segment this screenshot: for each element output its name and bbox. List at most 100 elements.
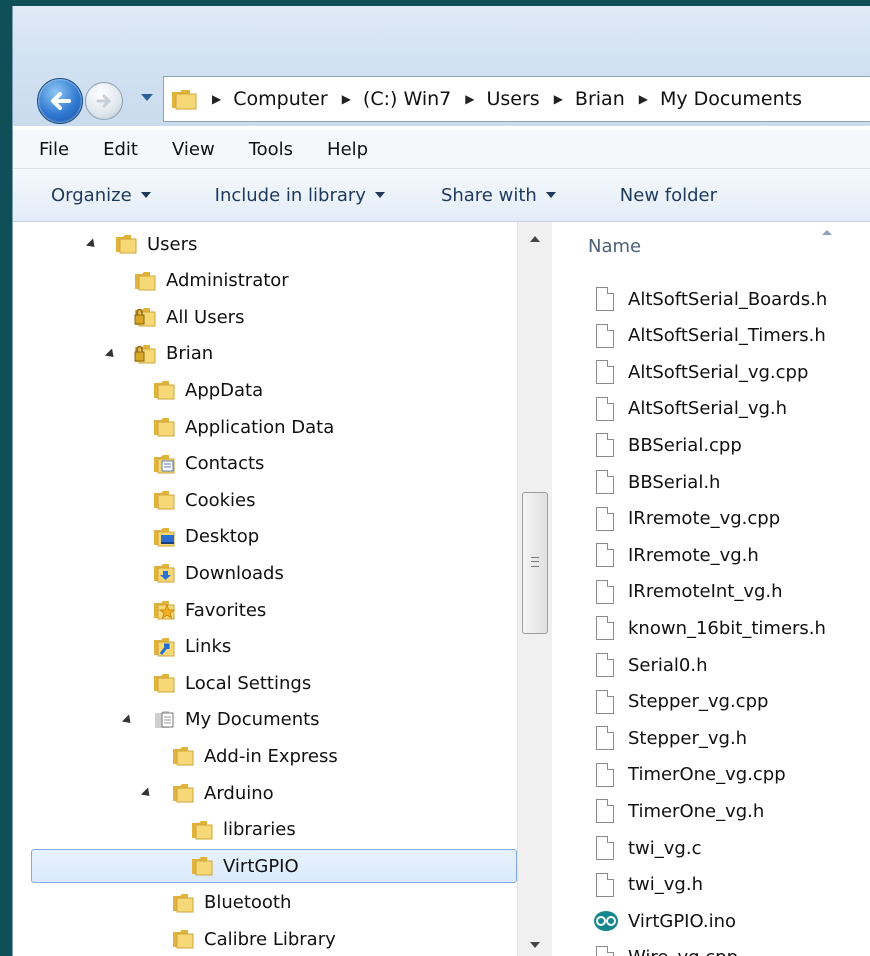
file-row[interactable]: BBSerial.h bbox=[596, 465, 866, 499]
breadcrumb-arrow-icon[interactable]: ▶ bbox=[465, 92, 474, 106]
expanded-triangle-icon[interactable] bbox=[140, 787, 154, 800]
tree-item[interactable]: Contacts bbox=[13, 447, 513, 481]
file-row[interactable]: IRremote_vg.h bbox=[596, 538, 866, 572]
file-name: twi_vg.c bbox=[628, 837, 702, 859]
tree-item-label: Add-in Express bbox=[204, 745, 338, 767]
tree-item[interactable]: Desktop bbox=[13, 520, 513, 554]
desktop-folder-icon bbox=[153, 526, 175, 547]
back-arrow-icon bbox=[51, 92, 71, 110]
tree-item-label: Brian bbox=[166, 343, 214, 365]
tree-item-label: Contacts bbox=[185, 453, 265, 475]
downloads-folder-icon bbox=[153, 562, 175, 583]
breadcrumb-item[interactable]: ▶ Brian bbox=[540, 88, 625, 110]
file-name: AltSoftSerial_vg.cpp bbox=[628, 361, 809, 383]
tree-item[interactable]: Add-in Express bbox=[13, 739, 513, 773]
breadcrumb-arrow-icon[interactable]: ▶ bbox=[639, 92, 648, 106]
organize-button[interactable]: Organize bbox=[51, 185, 151, 206]
tree-item[interactable]: All Users bbox=[13, 300, 513, 334]
organize-label: Organize bbox=[51, 184, 132, 206]
folder-icon bbox=[153, 489, 175, 510]
file-row[interactable]: IRremote_vg.cpp bbox=[596, 502, 866, 536]
tree-item-label: Application Data bbox=[185, 416, 335, 438]
file-row[interactable]: AltSoftSerial_Boards.h bbox=[596, 282, 866, 316]
file-row[interactable]: IRremoteInt_vg.h bbox=[596, 575, 866, 609]
tree-item[interactable]: Brian bbox=[13, 337, 513, 371]
tree-scrollbar[interactable] bbox=[517, 222, 552, 956]
file-row[interactable]: TimerOne_vg.h bbox=[596, 794, 866, 828]
tree-item[interactable]: Cookies bbox=[13, 483, 513, 517]
tree-item[interactable]: Calibre Library bbox=[13, 922, 513, 956]
chevron-down-icon bbox=[374, 192, 385, 198]
address-bar[interactable]: ▶ Computer ▶ (C:) Win7 ▶ Users ▶ Brian ▶ My Docum… bbox=[163, 76, 870, 122]
file-row[interactable]: VirtGPIO.ino bbox=[594, 904, 866, 938]
file-row[interactable]: Stepper_vg.h bbox=[596, 721, 866, 755]
file-name: TimerOne_vg.h bbox=[628, 800, 765, 822]
tree-item[interactable]: Bluetooth bbox=[13, 886, 513, 920]
collapsed-triangle-icon[interactable] bbox=[104, 310, 113, 325]
collapsed-triangle-icon[interactable] bbox=[121, 420, 130, 434]
collapsed-triangle-icon[interactable] bbox=[121, 493, 130, 508]
tree-item[interactable]: Downloads bbox=[13, 556, 513, 590]
file-row[interactable]: AltSoftSerial_Timers.h bbox=[596, 319, 866, 353]
tree-item[interactable]: VirtGPIO bbox=[13, 849, 513, 883]
menu-view[interactable]: View bbox=[172, 139, 215, 160]
back-button[interactable] bbox=[37, 78, 83, 124]
forward-button[interactable] bbox=[85, 82, 123, 120]
menu-tools[interactable]: Tools bbox=[249, 139, 293, 160]
tree-item[interactable]: libraries bbox=[13, 813, 513, 847]
file-row[interactable]: BBSerial.cpp bbox=[596, 428, 866, 462]
tree-item[interactable]: Application Data bbox=[13, 410, 513, 444]
recent-pages-dropdown[interactable] bbox=[141, 94, 153, 101]
tree-item-label: Favorites bbox=[185, 599, 267, 621]
collapsed-triangle-icon[interactable] bbox=[121, 529, 130, 544]
breadcrumb-item[interactable]: ▶ (C:) Win7 bbox=[328, 88, 452, 110]
tree-item[interactable]: Administrator bbox=[13, 264, 513, 298]
breadcrumb-arrow-icon[interactable]: ▶ bbox=[342, 92, 351, 106]
breadcrumb-arrow-icon[interactable]: ▶ bbox=[554, 92, 563, 106]
breadcrumb-item[interactable]: ▶ My Documents bbox=[625, 88, 802, 110]
file-row[interactable]: Serial0.h bbox=[596, 648, 866, 682]
file-name: Stepper_vg.cpp bbox=[628, 691, 769, 713]
expanded-triangle-icon[interactable] bbox=[104, 348, 118, 361]
tree-item[interactable]: AppData bbox=[13, 373, 513, 407]
tree-item[interactable]: Arduino bbox=[13, 776, 513, 810]
breadcrumb-arrow-icon[interactable]: ▶ bbox=[212, 92, 221, 106]
file-row[interactable]: TimerOne_vg.cpp bbox=[596, 758, 866, 792]
tree-item-label: Users bbox=[147, 233, 198, 255]
scroll-down-arrow-icon[interactable] bbox=[530, 942, 540, 948]
file-row[interactable]: twi_vg.h bbox=[596, 868, 866, 902]
tree-item[interactable]: Local Settings bbox=[13, 666, 513, 700]
tree-item[interactable]: Users bbox=[13, 227, 513, 261]
collapsed-triangle-icon[interactable] bbox=[121, 383, 130, 398]
navigation-tree: Users Administrator All Users Brian AppData A… bbox=[13, 222, 517, 956]
collapsed-triangle-icon[interactable] bbox=[121, 676, 130, 691]
breadcrumb-item[interactable]: ▶ Users bbox=[451, 88, 539, 110]
file-row[interactable]: known_16bit_timers.h bbox=[596, 611, 866, 645]
scrollbar-thumb[interactable] bbox=[522, 492, 548, 634]
new-folder-button[interactable]: New folder bbox=[620, 185, 717, 206]
menu-file[interactable]: File bbox=[39, 139, 69, 160]
document-icon bbox=[596, 470, 614, 494]
file-row[interactable]: twi_vg.c bbox=[596, 831, 866, 865]
expanded-triangle-icon[interactable] bbox=[121, 714, 135, 727]
tree-item[interactable]: Links bbox=[13, 630, 513, 664]
file-row[interactable]: Wire_vg.cpp bbox=[596, 941, 866, 956]
file-row[interactable]: AltSoftSerial_vg.h bbox=[596, 392, 866, 426]
tree-item-label: Downloads bbox=[185, 562, 284, 584]
menu-edit[interactable]: Edit bbox=[103, 139, 138, 160]
collapsed-triangle-icon[interactable] bbox=[140, 895, 149, 910]
collapsed-triangle-icon[interactable] bbox=[121, 603, 130, 617]
expanded-triangle-icon[interactable] bbox=[85, 238, 99, 251]
file-row[interactable]: AltSoftSerial_vg.cpp bbox=[596, 355, 866, 389]
share-with-button[interactable]: Share with bbox=[441, 185, 556, 206]
file-row[interactable]: Stepper_vg.cpp bbox=[596, 685, 866, 719]
tree-item[interactable]: My Documents bbox=[13, 703, 513, 737]
file-name: AltSoftSerial_Boards.h bbox=[628, 288, 828, 310]
menu-help[interactable]: Help bbox=[327, 139, 368, 160]
tree-item[interactable]: Favorites bbox=[13, 593, 513, 627]
include-in-library-button[interactable]: Include in library bbox=[215, 185, 385, 206]
scroll-up-arrow-icon[interactable] bbox=[530, 236, 540, 242]
breadcrumb-item[interactable]: ▶ Computer bbox=[198, 88, 328, 110]
name-column-header[interactable]: Name bbox=[588, 236, 641, 257]
collapsed-triangle-icon[interactable] bbox=[140, 932, 149, 947]
